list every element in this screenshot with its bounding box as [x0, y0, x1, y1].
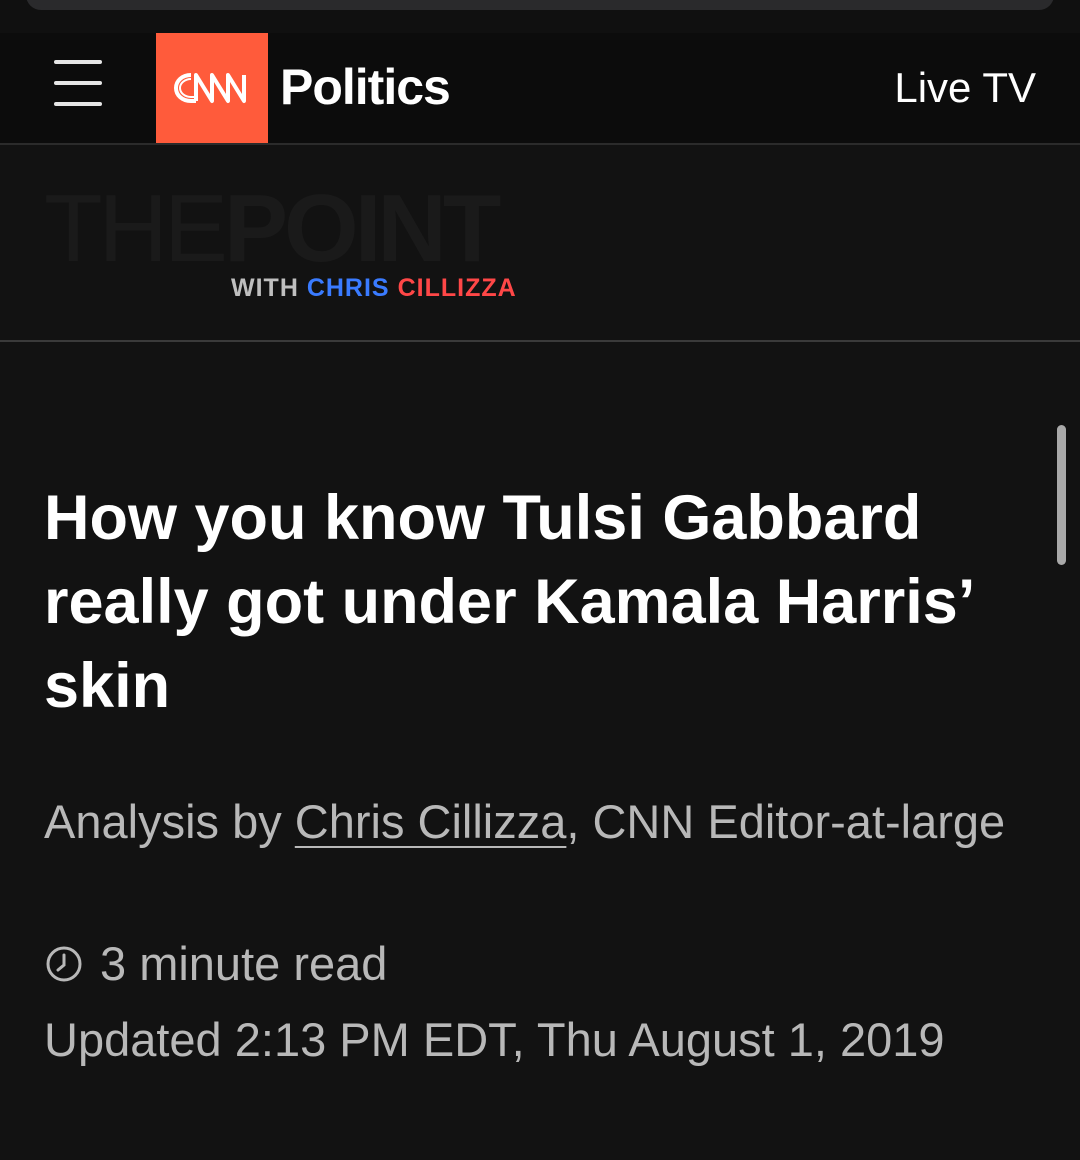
author-link[interactable]: Chris Cillizza [295, 795, 567, 848]
analysis-prefix: Analysis by [44, 795, 295, 848]
scrollbar-thumb[interactable] [1057, 425, 1066, 565]
byline-first-name: CHRIS [306, 274, 390, 302]
article-headline: How you know Tulsi Gabbard really got un… [44, 483, 972, 721]
the-point-logo-bold: POINT [224, 175, 501, 282]
hamburger-icon[interactable] [54, 58, 102, 108]
the-point-byline: WITH CHRIS CILLIZZA [231, 273, 517, 303]
the-point-banner: THEPOINT WITH CHRIS CILLIZZA [0, 145, 1080, 342]
article-byline: Analysis by Chris Cillizza, CNN Editor-a… [44, 790, 1034, 854]
browser-top-bar [0, 0, 1080, 33]
read-time: 3 minute read [44, 932, 387, 996]
read-time-label: 3 minute read [100, 937, 388, 990]
site-header: Politics Live TV [0, 33, 1080, 145]
browser-url-bar[interactable] [26, 0, 1054, 10]
byline-with: WITH [231, 274, 299, 302]
cnn-logo-icon [173, 73, 246, 103]
clock-icon [46, 946, 82, 982]
author-title: , CNN Editor-at-large [566, 795, 1006, 848]
the-point-logo[interactable]: THEPOINT [44, 181, 501, 277]
live-tv-link[interactable]: Live TV [894, 61, 1036, 115]
updated-timestamp: Updated 2:13 PM EDT, Thu August 1, 2019 [44, 1013, 945, 1066]
the-point-logo-thin: THE [44, 175, 228, 282]
section-title[interactable]: Politics [280, 57, 451, 117]
byline-last-name: CILLIZZA [397, 274, 517, 302]
cnn-logo[interactable] [156, 33, 268, 143]
